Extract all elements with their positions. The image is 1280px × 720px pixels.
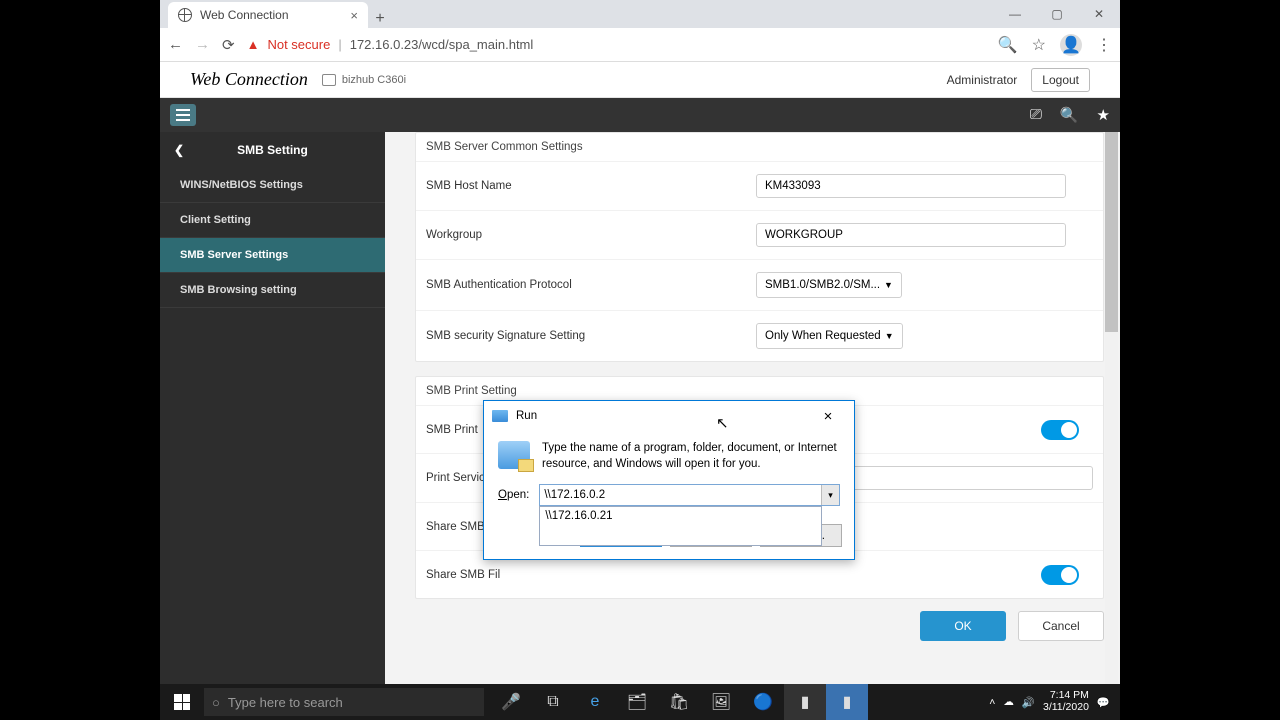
printer-model: bizhub C360i — [322, 74, 406, 86]
search-placeholder: Type here to search — [228, 695, 343, 710]
sig-label: SMB security Signature Setting — [426, 330, 756, 342]
app-logo: Web Connection — [190, 69, 308, 90]
bookmark-star-icon[interactable]: ☆ — [1032, 35, 1046, 55]
run-dropdown-caret[interactable]: ▾ — [821, 485, 839, 505]
section-common-title: SMB Server Common Settings — [416, 133, 1103, 161]
autocomplete-item[interactable]: \\172.16.0.21 — [540, 507, 821, 525]
caret-icon: ▼ — [885, 331, 894, 341]
chrome-menu-icon[interactable]: ⋮ — [1096, 35, 1112, 55]
store-icon[interactable]: 🛍 — [658, 684, 700, 720]
tray-chevron-icon[interactable]: ˄ — [989, 696, 995, 708]
user-label: Administrator — [947, 73, 1018, 87]
forward-icon: → — [195, 36, 210, 53]
host-label: SMB Host Name — [426, 180, 756, 192]
run-program-icon — [498, 441, 530, 469]
tray-notifications-icon[interactable]: 💬 — [1097, 696, 1110, 709]
sidebar-item-wins[interactable]: WINS/NetBIOS Settings — [160, 168, 385, 203]
sidebar-title: SMB Setting — [237, 143, 308, 157]
printer-icon — [322, 74, 336, 86]
open-label: Open: — [498, 489, 529, 501]
warning-icon: ▲ — [247, 37, 260, 52]
tab-strip: Web Connection × + — ▢ ✕ — [160, 0, 1120, 28]
sidebar-item-server[interactable]: SMB Server Settings — [160, 238, 385, 273]
page-ok-button[interactable]: OK — [920, 611, 1006, 641]
caret-icon: ▼ — [884, 280, 893, 290]
new-tab-button[interactable]: + — [368, 10, 392, 28]
app-icon[interactable]: ▮ — [826, 684, 868, 720]
workgroup-input[interactable] — [756, 223, 1066, 247]
start-button[interactable] — [160, 684, 204, 720]
share-toggle[interactable] — [1041, 565, 1079, 585]
cortana-circle-icon: ○ — [212, 695, 220, 710]
windows-icon — [174, 694, 190, 710]
globe-icon — [178, 8, 192, 22]
run-icon — [492, 410, 508, 422]
mouse-cursor: ↖ — [716, 414, 729, 432]
share2-label: Share SMB Fil — [426, 569, 756, 581]
taskbar: ○ Type here to search 🎤 ⧉ e 🗂 🛍 🖼 🔵 ▮ ▮ … — [160, 684, 1120, 720]
sidebar-item-client[interactable]: Client Setting — [160, 203, 385, 238]
print-toggle[interactable] — [1041, 420, 1079, 440]
sidebar-back-icon[interactable]: ❮ — [174, 143, 184, 157]
sig-dropdown[interactable]: Only When Requested ▼ — [756, 323, 903, 349]
taskbar-search[interactable]: ○ Type here to search — [204, 688, 484, 716]
run-title: Run — [516, 410, 537, 422]
browser-tab[interactable]: Web Connection × — [168, 2, 368, 28]
page-cancel-button[interactable]: Cancel — [1018, 611, 1104, 641]
tray-onedrive-icon[interactable]: ☁ — [1003, 696, 1014, 708]
tray-volume-icon[interactable]: 🔊 — [1022, 696, 1035, 709]
scroll-thumb[interactable] — [1105, 132, 1118, 332]
tab-title: Web Connection — [200, 8, 289, 22]
auth-label: SMB Authentication Protocol — [426, 279, 756, 291]
window-maximize[interactable]: ▢ — [1036, 0, 1078, 28]
display-icon[interactable]: ⎚ — [1030, 106, 1042, 124]
mic-icon[interactable]: 🎤 — [490, 684, 532, 720]
page-header: Web Connection bizhub C360i Administrato… — [160, 62, 1120, 98]
sidebar-item-browsing[interactable]: SMB Browsing setting — [160, 273, 385, 308]
photos-icon[interactable]: 🖼 — [700, 684, 742, 720]
url-text: 172.16.0.23/wcd/spa_main.html — [350, 37, 534, 52]
toolbar: ⎚ 🔍 ★ — [160, 98, 1120, 132]
explorer-icon[interactable]: 🗂 — [616, 684, 658, 720]
url-field[interactable]: ▲ Not secure | 172.16.0.23/wcd/spa_main.… — [247, 37, 986, 52]
address-bar: ← → ⟳ ▲ Not secure | 172.16.0.23/wcd/spa… — [160, 28, 1120, 62]
menu-button[interactable] — [170, 104, 196, 126]
search-icon[interactable]: 🔍 — [1060, 106, 1079, 124]
back-icon[interactable]: ← — [168, 36, 183, 53]
not-secure-label: Not secure — [267, 37, 330, 52]
host-input[interactable] — [756, 174, 1066, 198]
taskview-icon[interactable]: ⧉ — [532, 684, 574, 720]
sidebar-header: ❮ SMB Setting — [160, 132, 385, 168]
profile-avatar[interactable]: 👤 — [1060, 34, 1082, 56]
logout-button[interactable]: Logout — [1031, 68, 1090, 92]
favorite-icon[interactable]: ★ — [1097, 106, 1110, 124]
window-minimize[interactable]: — — [994, 0, 1036, 28]
chrome-icon[interactable]: 🔵 — [742, 684, 784, 720]
run-titlebar[interactable]: Run × — [484, 401, 854, 431]
auth-dropdown[interactable]: SMB1.0/SMB2.0/SM... ▼ — [756, 272, 902, 298]
run-message: Type the name of a program, folder, docu… — [542, 441, 840, 472]
edge-icon[interactable]: e — [574, 684, 616, 720]
sidebar: ❮ SMB Setting WINS/NetBIOS Settings Clie… — [160, 132, 385, 684]
workgroup-label: Workgroup — [426, 229, 756, 241]
cmd-icon[interactable]: ▮ — [784, 684, 826, 720]
zoom-icon[interactable]: 🔍 — [998, 35, 1018, 55]
autocomplete-list: \\172.16.0.21 — [539, 506, 822, 546]
run-close-icon[interactable]: × — [810, 408, 846, 425]
scrollbar[interactable] — [1105, 132, 1118, 684]
run-input[interactable] — [539, 484, 840, 506]
run-dialog: Run × Type the name of a program, folder… — [483, 400, 855, 560]
tray-clock[interactable]: 7:14 PM 3/11/2020 — [1043, 690, 1089, 713]
close-tab-icon[interactable]: × — [350, 8, 358, 23]
reload-icon[interactable]: ⟳ — [222, 36, 235, 54]
window-close[interactable]: ✕ — [1078, 0, 1120, 28]
